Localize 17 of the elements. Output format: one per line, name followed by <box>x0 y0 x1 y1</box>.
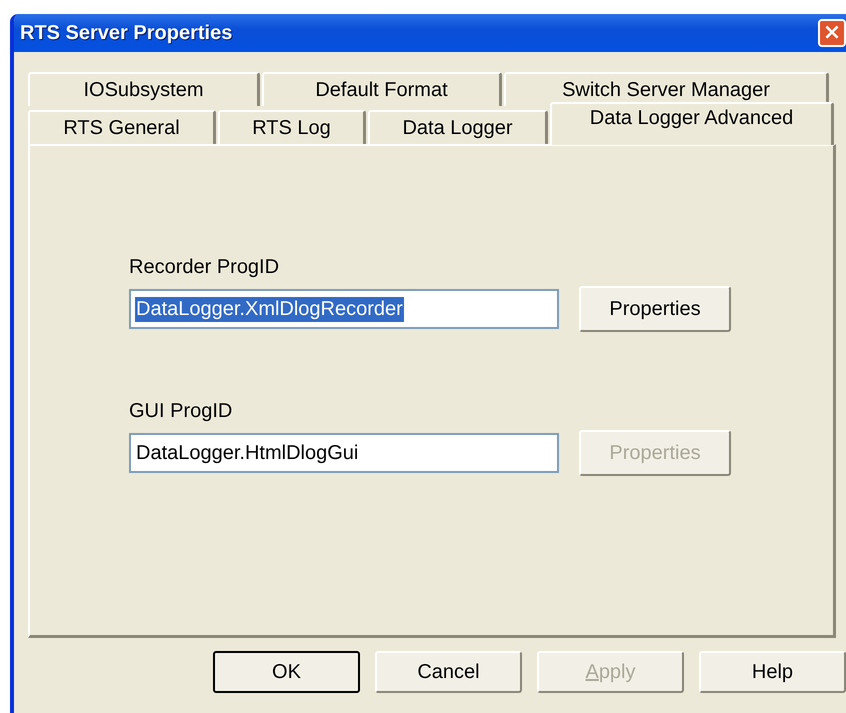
tab[interactable]: Data Logger Advanced <box>550 102 834 145</box>
text-field[interactable]: DataLogger.XmlDlogRecorder <box>129 289 559 329</box>
tab[interactable]: RTS General <box>28 110 216 144</box>
dialog-button[interactable]: Help <box>699 651 846 693</box>
field-label: GUI ProgID <box>129 400 234 424</box>
dialog-button[interactable]: OK <box>213 651 360 693</box>
properties-button[interactable]: Properties <box>579 286 731 332</box>
tab[interactable]: Default Format <box>262 72 502 106</box>
tab[interactable]: Data Logger <box>368 110 548 144</box>
tab[interactable]: Switch Server Manager <box>504 72 829 106</box>
window-title: RTS Server Properties <box>20 22 234 44</box>
tab[interactable]: IOSubsystem <box>28 72 260 106</box>
close-button[interactable]: × <box>818 19 846 47</box>
tab[interactable]: RTS Log <box>218 110 366 144</box>
field-label: Recorder ProgID <box>129 256 280 280</box>
text-field[interactable]: DataLogger.HtmlDlogGui <box>129 433 559 473</box>
dialog-button[interactable]: Cancel <box>375 651 522 693</box>
